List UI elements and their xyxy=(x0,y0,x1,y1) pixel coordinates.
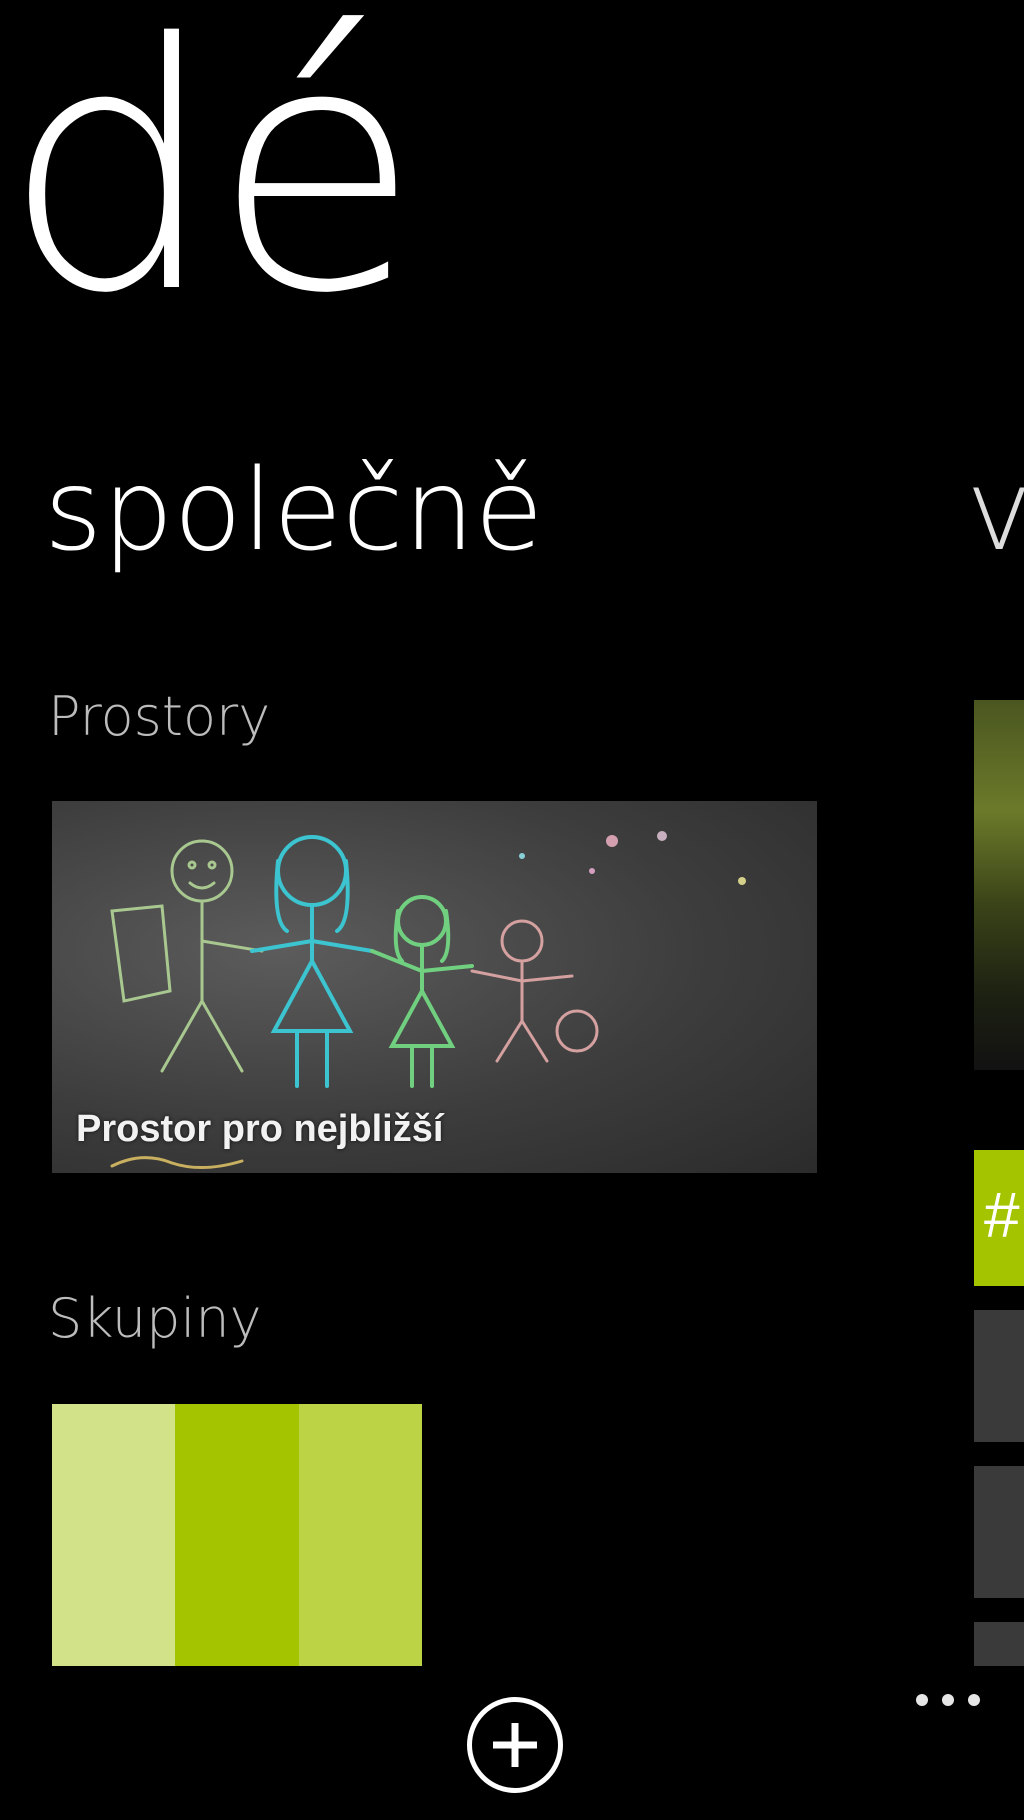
dot-icon xyxy=(916,1694,928,1706)
pivot-header-together[interactable]: společně xyxy=(44,455,543,567)
room-tile-label: Prostor pro nejbližší xyxy=(76,1108,444,1150)
next-panel-accent-tile[interactable]: # xyxy=(974,1150,1024,1286)
group-tile[interactable] xyxy=(52,1404,422,1666)
hub-title: dé xyxy=(2,0,421,368)
dot-icon xyxy=(942,1694,954,1706)
ellipsis-icon[interactable] xyxy=(916,1686,980,1714)
room-tile-family[interactable]: Prostor pro nejbližší xyxy=(52,801,817,1173)
next-panel-tile[interactable] xyxy=(974,1310,1024,1442)
groups-section-label: Skupiny xyxy=(48,1287,262,1350)
next-panel-tile[interactable] xyxy=(974,1466,1024,1598)
rooms-section-label: Prostory xyxy=(48,685,271,748)
dot-icon xyxy=(968,1694,980,1706)
group-tile-segment xyxy=(175,1404,299,1666)
next-panel-tile[interactable] xyxy=(974,1622,1024,1666)
group-tile-segment xyxy=(52,1404,176,1666)
pivot-header-next[interactable]: v xyxy=(966,455,1024,567)
hashtag-glyph: # xyxy=(984,1179,1020,1251)
group-tile-segment xyxy=(298,1404,422,1666)
plus-circle-icon[interactable] xyxy=(467,1697,563,1793)
next-panel-photo-tile[interactable] xyxy=(974,700,1024,1070)
